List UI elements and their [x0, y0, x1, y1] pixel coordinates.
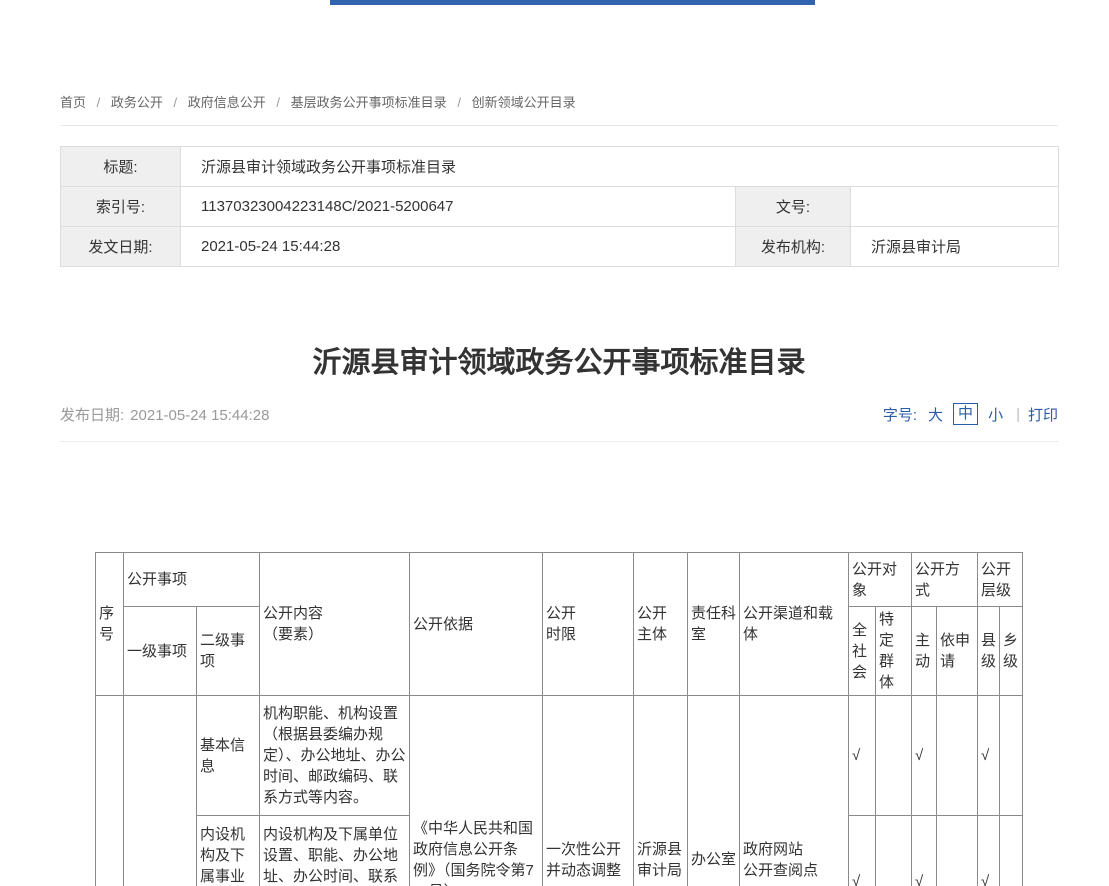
meta-index-value: 11370323004223148C/2021-5200647 — [181, 187, 736, 227]
cell-xiangji — [1000, 816, 1023, 886]
publish-date-value: 2021-05-24 15:44:28 — [130, 407, 269, 424]
publish-date: 发布日期: 2021-05-24 15:44:28 — [60, 404, 269, 425]
header-gongkai-zhuti: 公开 主体 — [634, 553, 688, 696]
meta-row-index: 索引号: 11370323004223148C/2021-5200647 文号: — [61, 187, 1059, 227]
page-content: 首页 / 政务公开 / 政府信息公开 / 基层政务公开事项标准目录 / 创新领域… — [60, 0, 1058, 886]
cell-gongkai-yiju: 《中华人民共和国政府信息公开条例》（国务院令第711号） — [410, 696, 543, 886]
publish-date-label: 发布日期: — [60, 407, 124, 424]
header-quanshehui: 全社会 — [849, 607, 876, 696]
breadcrumb: 首页 / 政务公开 / 政府信息公开 / 基层政务公开事项标准目录 / 创新领域… — [60, 92, 1058, 126]
cell-xiangji — [1000, 696, 1023, 816]
header-yiji-shixiang: 一级事项 — [124, 607, 197, 696]
checkmark-quanshehui: √ — [849, 816, 876, 886]
breadcrumb-separator: / — [276, 95, 280, 110]
breadcrumb-zwgk[interactable]: 政务公开 — [111, 95, 163, 110]
document-meta-table: 标题: 沂源县审计领域政务公开事项标准目录 索引号: 1137032300422… — [60, 146, 1059, 267]
header-xianji: 县级 — [978, 607, 1000, 696]
page-title: 沂源县审计领域政务公开事项标准目录 — [60, 339, 1058, 381]
header-gongkai-yiju: 公开依据 — [410, 553, 543, 696]
cell-erji-shixiang: 基本信息 — [197, 696, 260, 816]
cell-xuhao — [96, 696, 124, 886]
cell-gongkai-shixian: 一次性公开并动态调整 — [543, 696, 634, 886]
breadcrumb-jcml[interactable]: 基层政务公开事项标准目录 — [291, 95, 447, 110]
cell-yishenqing — [937, 696, 978, 816]
cell-gongkai-qudao: 政府网站 公开查阅点 — [740, 696, 849, 886]
meta-agency-label: 发布机构: — [736, 227, 851, 267]
meta-index-label: 索引号: — [61, 187, 181, 227]
meta-agency-value: 沂源县审计局 — [851, 227, 1059, 267]
cell-yishenqing — [937, 816, 978, 886]
cell-gongkai-neirong: 内设机构及下属单位设置、职能、办公地址、办公时间、联系方式、负责人姓名等 — [260, 816, 410, 886]
cell-teding-qunti — [876, 696, 912, 816]
meta-title-value: 沂源县审计领域政务公开事项标准目录 — [181, 147, 1059, 187]
checkmark-zhudong: √ — [912, 816, 937, 886]
cell-zeren-keshi: 办公室 — [688, 696, 740, 886]
meta-date-value: 2021-05-24 15:44:28 — [181, 227, 736, 267]
cell-erji-shixiang: 内设机构及下属事业单位 — [197, 816, 260, 886]
header-gongkai-qudao: 公开渠道和载体 — [740, 553, 849, 696]
top-nav-bar-remnant — [330, 0, 815, 5]
header-gongkai-shixian: 公开 时限 — [543, 553, 634, 696]
catalog-table-wrap: 序号 公开事项 公开内容 （要素） 公开依据 公开 时限 公开 主体 责任科室 … — [95, 552, 1058, 886]
checkmark-zhudong: √ — [912, 696, 937, 816]
header-xuhao: 序号 — [96, 553, 124, 696]
controls-divider: | — [1016, 406, 1020, 423]
meta-title-label: 标题: — [61, 147, 181, 187]
meta-row-date: 发文日期: 2021-05-24 15:44:28 发布机构: 沂源县审计局 — [61, 227, 1059, 267]
cell-gongkai-zhuti: 沂源县审计局 — [634, 696, 688, 886]
font-size-small-button[interactable]: 小 — [988, 404, 1003, 425]
meta-date-label: 发文日期: — [61, 227, 181, 267]
catalog-header-row-1: 序号 公开事项 公开内容 （要素） 公开依据 公开 时限 公开 主体 责任科室 … — [96, 553, 1023, 607]
header-erji-shixiang: 二级事项 — [197, 607, 260, 696]
cell-yiji-shixiang — [124, 696, 197, 886]
breadcrumb-cxly[interactable]: 创新领域公开目录 — [472, 95, 576, 110]
font-size-controls: 字号: 大 中 小 | 打印 — [883, 403, 1058, 425]
print-button[interactable]: 打印 — [1028, 404, 1058, 425]
font-size-label: 字号: — [883, 404, 917, 425]
font-size-medium-button[interactable]: 中 — [953, 403, 978, 425]
header-gongkai-fangshi: 公开方式 — [912, 553, 978, 607]
header-gongkai-neirong: 公开内容 （要素） — [260, 553, 410, 696]
catalog-row-basic-info: 基本信息 机构职能、机构设置（根据县委编办规定）、办公地址、办公时间、邮政编码、… — [96, 696, 1023, 816]
catalog-table: 序号 公开事项 公开内容 （要素） 公开依据 公开 时限 公开 主体 责任科室 … — [95, 552, 1023, 886]
publish-info-row: 发布日期: 2021-05-24 15:44:28 字号: 大 中 小 | 打印 — [60, 403, 1058, 442]
checkmark-quanshehui: √ — [849, 696, 876, 816]
header-gongkai-cengji: 公开层级 — [978, 553, 1023, 607]
meta-row-title: 标题: 沂源县审计领域政务公开事项标准目录 — [61, 147, 1059, 187]
header-teding-qunti: 特定群体 — [876, 607, 912, 696]
header-zeren-keshi: 责任科室 — [688, 553, 740, 696]
header-yishenqing: 依申请 — [937, 607, 978, 696]
header-xiangji: 乡级 — [1000, 607, 1023, 696]
checkmark-xianji: √ — [978, 816, 1000, 886]
checkmark-xianji: √ — [978, 696, 1000, 816]
breadcrumb-home[interactable]: 首页 — [60, 95, 86, 110]
breadcrumb-xxgk[interactable]: 政府信息公开 — [188, 95, 266, 110]
breadcrumb-separator: / — [97, 95, 101, 110]
meta-docno-value — [851, 187, 1059, 227]
header-zhudong: 主动 — [912, 607, 937, 696]
breadcrumb-separator: / — [174, 95, 178, 110]
cell-teding-qunti — [876, 816, 912, 886]
header-gongkai-shixiang: 公开事项 — [124, 553, 260, 607]
cell-gongkai-neirong: 机构职能、机构设置（根据县委编办规定）、办公地址、办公时间、邮政编码、联系方式等… — [260, 696, 410, 816]
font-size-large-button[interactable]: 大 — [928, 404, 943, 425]
meta-docno-label: 文号: — [736, 187, 851, 227]
header-gongkai-duixiang: 公开对象 — [849, 553, 912, 607]
breadcrumb-separator: / — [457, 95, 461, 110]
